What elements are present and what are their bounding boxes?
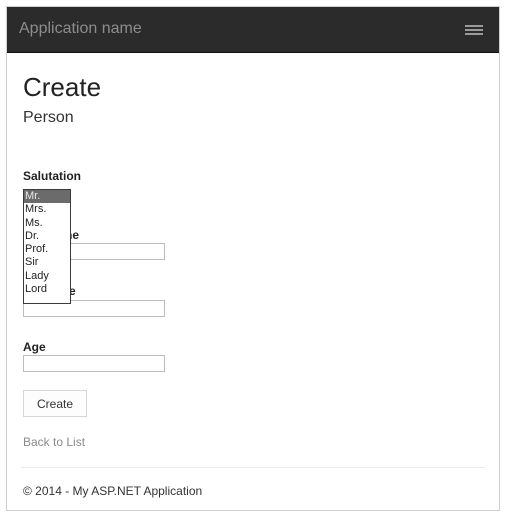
back-to-list-link[interactable]: Back to List [23, 435, 85, 449]
salutation-option-lord[interactable]: Lord [24, 283, 70, 296]
salutation-label: Salutation [23, 169, 82, 183]
hamburger-menu-icon[interactable] [461, 19, 487, 39]
age-input[interactable] [23, 355, 165, 372]
hamburger-bar [465, 25, 483, 27]
salutation-dropdown-list[interactable]: Mr. Mrs. Ms. Dr. Prof. Sir Lady Lord [23, 189, 71, 304]
hamburger-bar [465, 29, 483, 31]
footer-divider [21, 467, 485, 468]
salutation-option-ms[interactable]: Ms. [24, 217, 70, 230]
salutation-option-mrs[interactable]: Mrs. [24, 203, 70, 216]
brand-link[interactable]: Application name [19, 20, 142, 38]
page-title: Create [23, 72, 102, 102]
browser-viewport: Application name Create Person Salutatio… [6, 6, 500, 511]
salutation-option-mr[interactable]: Mr. [24, 190, 70, 204]
footer-text: © 2014 - My ASP.NET Application [23, 484, 203, 498]
salutation-option-sir[interactable]: Sir [24, 256, 70, 269]
salutation-option-lady[interactable]: Lady [24, 270, 70, 283]
hamburger-bar [465, 33, 483, 35]
salutation-option-prof[interactable]: Prof. [24, 243, 70, 256]
salutation-option-dr[interactable]: Dr. [24, 230, 70, 243]
navbar: Application name [7, 7, 499, 53]
age-label: Age [23, 340, 46, 354]
create-button[interactable]: Create [23, 390, 87, 417]
page-subtitle: Person [23, 109, 74, 126]
